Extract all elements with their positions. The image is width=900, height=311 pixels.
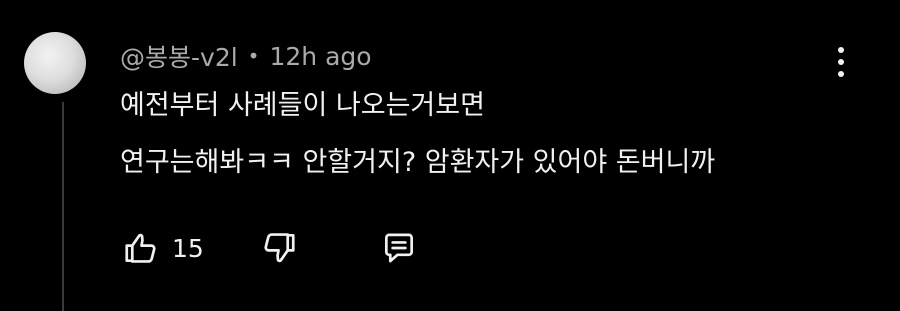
comment-actions: 15 [120,226,420,270]
reply-icon [384,233,413,263]
like-button[interactable] [120,227,162,269]
comment-text-line: 연구는해봐ㅋㅋ 안할거지? 암환자가 있어야 돈버니까 [120,147,716,178]
dislike-button[interactable] [258,227,300,269]
thumbs-down-icon [264,233,295,263]
thread-line [62,102,64,311]
kebab-dot [838,59,844,65]
separator-dot: • [247,44,260,68]
comment-header: @봉봉-v2l • 12h ago [120,38,372,74]
reply-button[interactable] [378,227,420,269]
thumbs-up-icon [125,233,156,263]
kebab-dot [838,47,844,53]
comment-text-line: 예전부터 사례들이 나오는거보면 [120,90,485,121]
like-count: 15 [172,233,204,263]
more-vertical-icon[interactable] [826,40,856,84]
avatar[interactable] [24,32,86,94]
comment: @봉봉-v2l • 12h ago 예전부터 사례들이 나오는거보면 연구는해봐… [0,0,900,311]
author-handle[interactable]: @봉봉-v2l [120,38,238,74]
kebab-dot [838,71,844,77]
timestamp: 12h ago [269,41,372,71]
